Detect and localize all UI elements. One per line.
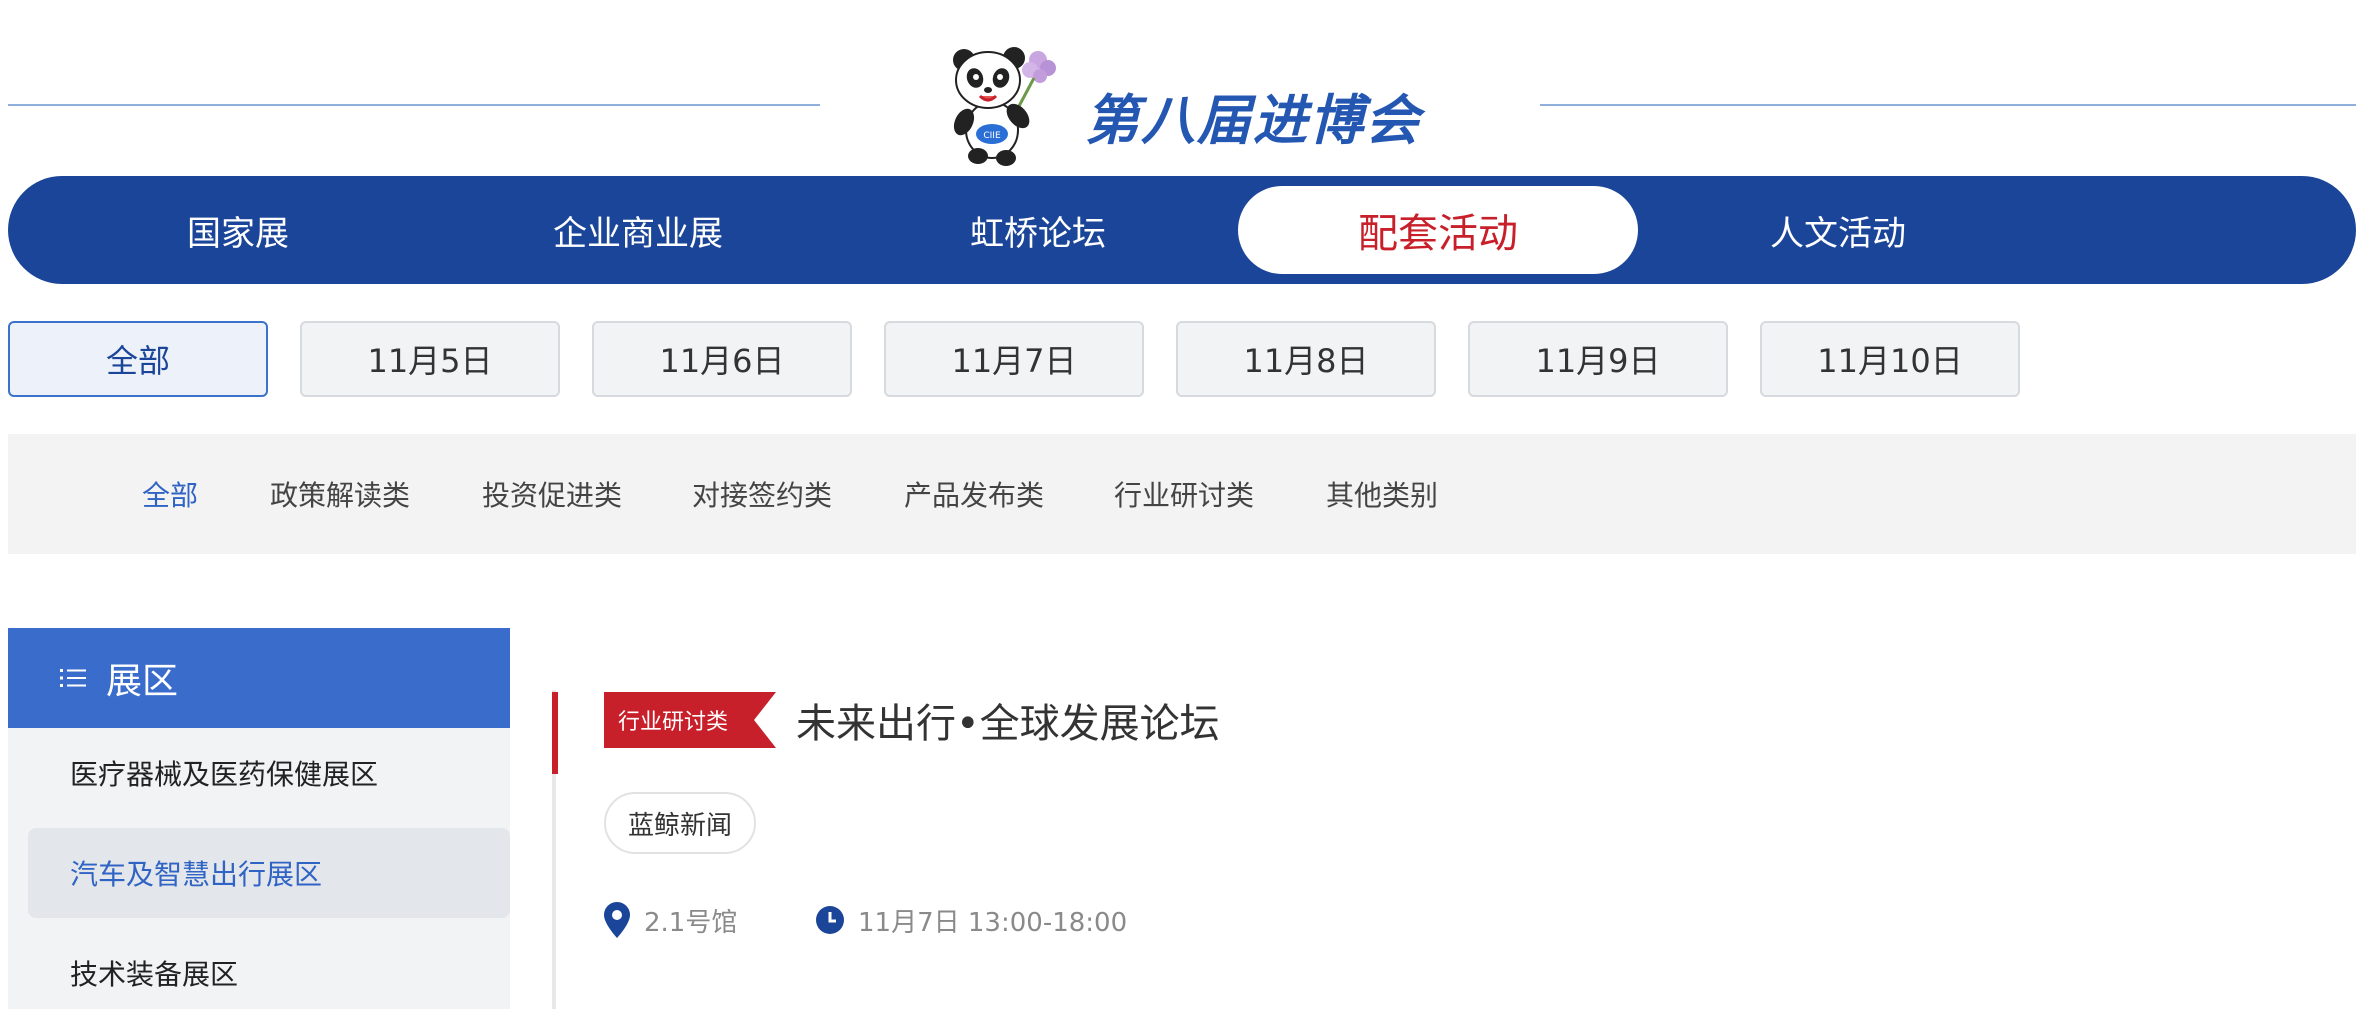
category-policy[interactable]: 政策解读类 [270,434,410,554]
nav-tab-country-exhibition[interactable]: 国家展 [38,186,438,274]
main-nav: 国家展 企业商业展 虹桥论坛 配套活动 人文活动 [8,176,2356,284]
sidebar-header: 展区 [8,628,510,728]
sidebar-item-automotive[interactable]: 汽车及智慧出行展区 [28,828,510,918]
clock-icon [816,906,844,934]
location-pin-icon [604,902,630,938]
date-filter-nov-6[interactable]: 11月6日 [592,321,852,397]
date-filter-nov-9[interactable]: 11月9日 [1468,321,1728,397]
nav-tab-enterprise-exhibition[interactable]: 企业商业展 [438,186,838,274]
event-time-text: 11月7日 13:00-18:00 [858,907,1128,938]
nav-tab-cultural-activities[interactable]: 人文活动 [1638,186,2038,274]
category-product-launch[interactable]: 产品发布类 [904,434,1044,554]
panda-mascot-icon: CIIE [953,47,1056,166]
date-filter-all[interactable]: 全部 [8,321,268,397]
date-filter-nov-10[interactable]: 11月10日 [1760,321,2020,397]
expo-logo[interactable]: CIIE 第八届进博会 [930,38,1430,168]
sidebar-item-technical-equipment[interactable]: 技术装备展区 [28,928,510,1018]
category-industry-seminar[interactable]: 行业研讨类 [1114,434,1254,554]
category-investment[interactable]: 投资促进类 [482,434,622,554]
date-filter-nov-8[interactable]: 11月8日 [1176,321,1436,397]
event-card[interactable]: 行业研讨类 未来出行•全球发展论坛 蓝鲸新闻 2.1号馆 11月7日 13:00… [552,690,2352,1009]
expo-title: 第八届进博会 [1085,89,1421,152]
sidebar-heading: 展区 [106,661,179,702]
header-divider-left [8,104,820,106]
event-location: 2.1号馆 [604,900,737,940]
nav-tab-hongqiao-forum[interactable]: 虹桥论坛 [838,186,1238,274]
page-header: CIIE 第八届进博会 [0,0,2372,178]
event-title[interactable]: 未来出行•全球发展论坛 [796,690,1220,750]
svg-text:CIIE: CIIE [983,131,1001,141]
event-category-tag: 行业研讨类 [604,692,776,748]
category-all[interactable]: 全部 [142,434,198,554]
category-signing[interactable]: 对接签约类 [692,434,832,554]
exhibition-area-sidebar: 展区 医疗器械及医药保健展区 汽车及智慧出行展区 技术装备展区 [8,628,510,1009]
date-filter: 全部 11月5日 11月6日 11月7日 11月8日 11月9日 11月10日 [8,321,2356,397]
event-timeline-marker [552,692,558,774]
nav-tab-supporting-activities[interactable]: 配套活动 [1238,186,1638,274]
event-source-badge: 蓝鲸新闻 [604,792,757,854]
sidebar-item-medical[interactable]: 医疗器械及医药保健展区 [28,728,510,818]
header-divider-right [1540,104,2356,106]
date-filter-nov-5[interactable]: 11月5日 [300,321,560,397]
date-filter-nov-7[interactable]: 11月7日 [884,321,1144,397]
category-other[interactable]: 其他类别 [1326,434,1438,554]
event-location-text: 2.1号馆 [644,907,738,938]
list-icon [60,669,86,687]
category-filter: 全部 政策解读类 投资促进类 对接签约类 产品发布类 行业研讨类 其他类别 [8,434,2356,554]
event-time: 11月7日 13:00-18:00 [816,900,1127,940]
